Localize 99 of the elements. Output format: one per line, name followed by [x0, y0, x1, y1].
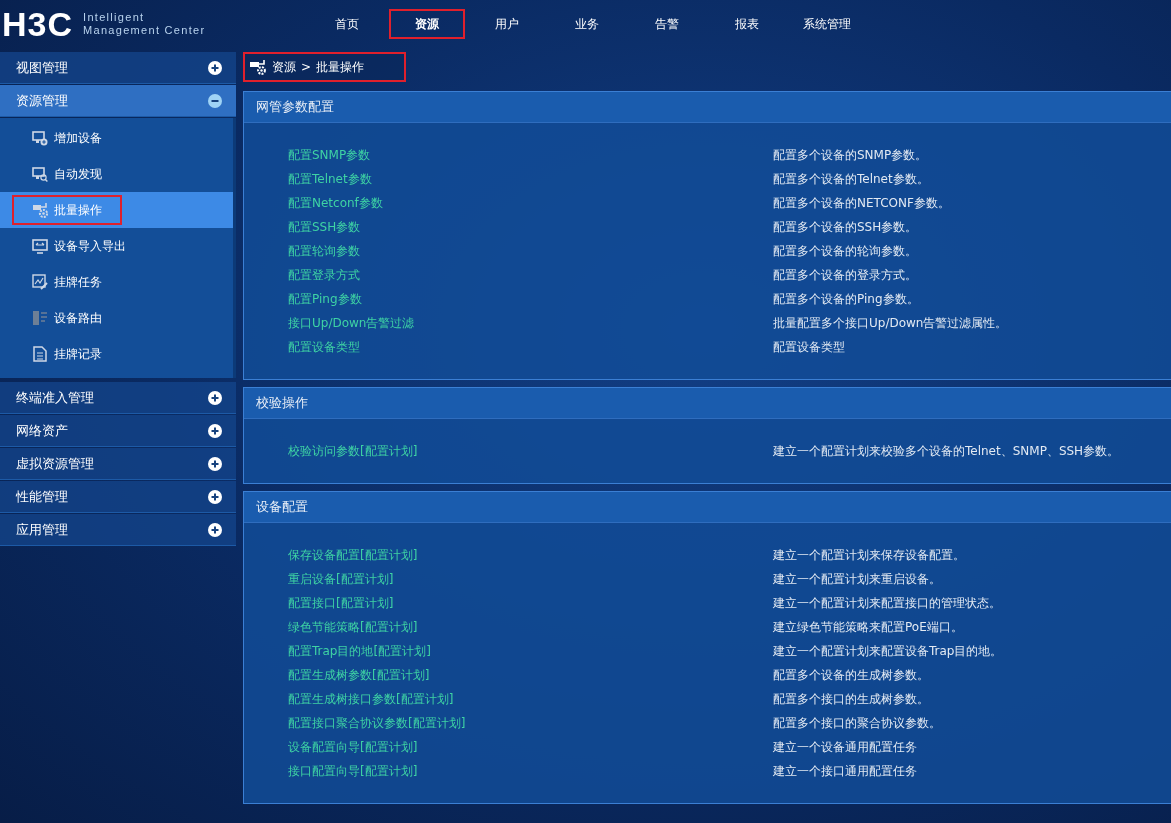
- panel-title: 网管参数配置: [244, 92, 1171, 123]
- item-label: 自动发现: [54, 165, 102, 183]
- sidebar-section[interactable]: 网络资产: [0, 415, 236, 447]
- action-description: 建立一个设备通用配置任务: [773, 738, 917, 756]
- item-label: 批量操作: [54, 201, 102, 219]
- item-label: 设备路由: [54, 309, 102, 327]
- monitor-icon: [32, 238, 48, 254]
- nav-tab[interactable]: 资源: [389, 9, 465, 39]
- logo-tagline: Management Center: [83, 24, 206, 37]
- action-description: 建立一个配置计划来保存设备配置。: [773, 546, 965, 564]
- action-description: 配置多个设备的Ping参数。: [773, 290, 919, 308]
- section-label: 网络资产: [16, 421, 68, 440]
- section-label: 视图管理: [16, 58, 68, 77]
- breadcrumb-separator: >: [301, 60, 312, 74]
- gear-icon: [249, 59, 267, 75]
- nav-tab[interactable]: 首页: [309, 9, 385, 39]
- action-description: 配置多个设备的轮询参数。: [773, 242, 917, 260]
- sidebar-section[interactable]: 资源管理: [0, 85, 236, 117]
- action-link[interactable]: 配置Netconf参数: [288, 194, 773, 212]
- action-description: 配置多个设备的生成树参数。: [773, 666, 929, 684]
- sidebar-item[interactable]: 自动发现: [0, 156, 233, 192]
- action-link[interactable]: 绿色节能策略[配置计划]: [288, 618, 773, 636]
- action-link[interactable]: 接口配置向导[配置计划]: [288, 762, 773, 780]
- action-description: 配置设备类型: [773, 338, 845, 356]
- monitor-search-icon: [32, 166, 48, 182]
- action-link[interactable]: 配置接口[配置计划]: [288, 594, 773, 612]
- sidebar-item[interactable]: 设备路由: [0, 300, 233, 336]
- expand-icon[interactable]: [208, 522, 222, 537]
- action-link[interactable]: 配置设备类型: [288, 338, 773, 356]
- action-description: 配置多个设备的SNMP参数。: [773, 146, 928, 164]
- action-description: 配置多个设备的Telnet参数。: [773, 170, 929, 188]
- breadcrumb-link[interactable]: 资源: [272, 58, 296, 76]
- action-description: 配置多个接口的聚合协议参数。: [773, 714, 941, 732]
- item-label: 挂牌任务: [54, 273, 102, 291]
- action-description: 建立一个配置计划来配置接口的管理状态。: [773, 594, 1001, 612]
- sidebar-item[interactable]: 挂牌任务: [0, 264, 233, 300]
- nav-tab[interactable]: 用户: [469, 9, 545, 39]
- action-link[interactable]: 配置Trap目的地[配置计划]: [288, 642, 773, 660]
- action-description: 建立一个接口通用配置任务: [773, 762, 917, 780]
- item-label: 增加设备: [54, 129, 102, 147]
- section-label: 资源管理: [16, 91, 68, 110]
- action-link[interactable]: 配置生成树接口参数[配置计划]: [288, 690, 773, 708]
- expand-icon[interactable]: [208, 60, 222, 75]
- item-label: 设备导入导出: [54, 237, 126, 255]
- action-description: 建立一个配置计划来重启设备。: [773, 570, 941, 588]
- expand-icon[interactable]: [208, 489, 222, 504]
- action-description: 配置多个设备的NETCONF参数。: [773, 194, 950, 212]
- logo-mark: H3C: [2, 7, 74, 41]
- sidebar-section[interactable]: 虚拟资源管理: [0, 448, 236, 480]
- action-description: 建立绿色节能策略来配置PoE端口。: [773, 618, 963, 636]
- list-icon: [32, 310, 48, 326]
- action-description: 建立一个配置计划来校验多个设备的Telnet、SNMP、SSH参数。: [773, 442, 1120, 460]
- document-icon: [32, 346, 48, 362]
- action-description: 建立一个配置计划来配置设备Trap目的地。: [773, 642, 1003, 660]
- logo-tagline: Intelligent: [83, 11, 146, 24]
- section-label: 性能管理: [16, 487, 68, 506]
- nav-tab[interactable]: 业务: [549, 9, 625, 39]
- sidebar-item[interactable]: 挂牌记录: [0, 336, 233, 372]
- section-label: 虚拟资源管理: [16, 454, 94, 473]
- gear-icon: [32, 202, 48, 218]
- chart-icon: [32, 274, 48, 290]
- action-link[interactable]: 配置接口聚合协议参数[配置计划]: [288, 714, 773, 732]
- action-link[interactable]: 配置轮询参数: [288, 242, 773, 260]
- item-label: 挂牌记录: [54, 345, 102, 363]
- action-link[interactable]: 配置Ping参数: [288, 290, 773, 308]
- action-description: 配置多个设备的SSH参数。: [773, 218, 918, 236]
- action-link[interactable]: 配置SNMP参数: [288, 146, 773, 164]
- action-link[interactable]: 配置登录方式: [288, 266, 773, 284]
- panel-title: 设备配置: [244, 492, 1171, 523]
- collapse-icon[interactable]: [208, 93, 222, 108]
- sidebar-section[interactable]: 视图管理: [0, 52, 236, 84]
- action-link[interactable]: 配置SSH参数: [288, 218, 773, 236]
- sidebar-item[interactable]: 增加设备: [0, 120, 233, 156]
- action-link[interactable]: 重启设备[配置计划]: [288, 570, 773, 588]
- breadcrumb-current: 批量操作: [316, 58, 365, 76]
- action-link[interactable]: 接口Up/Down告警过滤: [288, 314, 773, 332]
- action-link[interactable]: 保存设备配置[配置计划]: [288, 546, 773, 564]
- nav-tab[interactable]: 系统管理: [789, 9, 865, 39]
- action-description: 配置多个接口的生成树参数。: [773, 690, 929, 708]
- section-label: 终端准入管理: [16, 388, 94, 407]
- action-link[interactable]: 配置生成树参数[配置计划]: [288, 666, 773, 684]
- section-label: 应用管理: [16, 520, 68, 539]
- sidebar-section[interactable]: 性能管理: [0, 481, 236, 513]
- panel-title: 校验操作: [244, 388, 1171, 419]
- action-link[interactable]: 配置Telnet参数: [288, 170, 773, 188]
- monitor-plus-icon: [32, 130, 48, 146]
- action-description: 配置多个设备的登录方式。: [773, 266, 917, 284]
- action-link[interactable]: 校验访问参数[配置计划]: [288, 442, 773, 460]
- sidebar-item[interactable]: 批量操作: [0, 192, 233, 228]
- expand-icon[interactable]: [208, 456, 222, 471]
- expand-icon[interactable]: [208, 390, 222, 405]
- sidebar-section[interactable]: 应用管理: [0, 514, 236, 546]
- sidebar-item[interactable]: 设备导入导出: [0, 228, 233, 264]
- nav-tab[interactable]: 报表: [709, 9, 785, 39]
- nav-tab[interactable]: 告警: [629, 9, 705, 39]
- expand-icon[interactable]: [208, 423, 222, 438]
- action-description: 批量配置多个接口Up/Down告警过滤属性。: [773, 314, 1008, 332]
- sidebar-section[interactable]: 终端准入管理: [0, 382, 236, 414]
- action-link[interactable]: 设备配置向导[配置计划]: [288, 738, 773, 756]
